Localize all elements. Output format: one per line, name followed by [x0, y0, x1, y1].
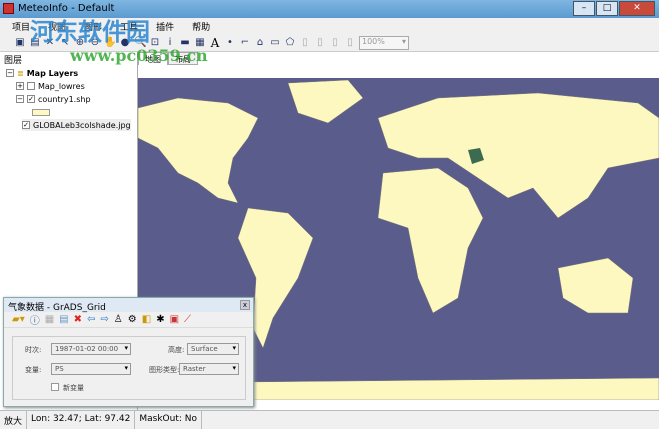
- layer-label: country1.shp: [38, 94, 91, 104]
- curve-icon[interactable]: ⬠: [284, 37, 296, 49]
- layer-label: GLOBALeb3colshade.jpg: [33, 120, 131, 130]
- minimize-button[interactable]: –: [573, 1, 595, 16]
- shade-icon[interactable]: ◧: [142, 314, 151, 325]
- variable-select[interactable]: PS: [51, 363, 131, 375]
- layer-checkbox[interactable]: ✓: [22, 121, 30, 129]
- info-icon[interactable]: ⓘ: [30, 312, 40, 327]
- level-select[interactable]: Surface: [187, 343, 239, 355]
- layer-tree: − ≣ Map Layers + Map_lowres − ✓ country1.shp …: [6, 67, 131, 132]
- dialog-close-button[interactable]: x: [240, 300, 250, 310]
- graph-type-select[interactable]: Raster: [179, 363, 239, 375]
- arrow-left-icon[interactable]: ⇦: [87, 314, 95, 325]
- watermark-url: www.pc0359.cn: [70, 46, 208, 65]
- page-icon-3[interactable]: ▯: [329, 37, 341, 49]
- layers-tab[interactable]: 图层: [4, 53, 22, 66]
- section-icon[interactable]: ⚙: [128, 314, 137, 325]
- maximize-button[interactable]: □: [596, 1, 618, 16]
- menu-plugins[interactable]: 插件: [156, 20, 174, 35]
- open-folder-icon[interactable]: ▰▾: [12, 314, 25, 325]
- polyline-icon[interactable]: ⌐: [239, 37, 251, 49]
- layers-icon: ≣: [17, 68, 24, 78]
- level-label: 高度:: [168, 346, 185, 354]
- arrow-right-icon[interactable]: ⇨: [100, 314, 108, 325]
- layer-item[interactable]: + Map_lowres: [16, 80, 131, 92]
- page-icon-2[interactable]: ▯: [314, 37, 326, 49]
- status-bar: 放大 Lon: 32.47; Lat: 97.42 MaskOut: No: [0, 410, 659, 429]
- menu-project[interactable]: 项目: [12, 20, 30, 35]
- layer-item[interactable]: ✓ GLOBALeb3colshade.jpg: [22, 119, 131, 131]
- table-icon[interactable]: ▤: [59, 314, 68, 325]
- zoom-level-select[interactable]: 100%: [359, 36, 409, 50]
- legend-swatch-row: [32, 106, 131, 118]
- close-button[interactable]: ✕: [619, 1, 655, 16]
- dialog-toolbar: ▰▾ ⓘ ▦ ▤ ✖ ⇦ ⇨ ♙ ⚙ ◧ ✱ ▣ ⟋: [4, 312, 253, 328]
- layer-item[interactable]: − ✓ country1.shp: [16, 93, 131, 105]
- legend-swatch: [32, 108, 50, 116]
- watermark-text: 河东软件园: [30, 18, 150, 46]
- delete-icon[interactable]: ✖: [74, 314, 82, 325]
- point-icon[interactable]: •: [224, 37, 236, 49]
- page-icon-4[interactable]: ▯: [344, 37, 356, 49]
- chart-icon[interactable]: ⟋: [184, 314, 191, 325]
- new-variable-label: 新变量: [63, 384, 84, 392]
- variable-label: 变量:: [25, 366, 42, 374]
- status-mode: 放大: [0, 411, 28, 429]
- meteo-data-dialog: 气象数据 - GrADS_Grid x ▰▾ ⓘ ▦ ▤ ✖ ⇦ ⇨ ♙ ⚙ ◧…: [3, 297, 254, 407]
- rectangle-icon[interactable]: ▭: [269, 37, 281, 49]
- text-icon[interactable]: A: [209, 37, 221, 49]
- app-icon: [3, 3, 14, 14]
- layer-checkbox[interactable]: ✓: [27, 95, 35, 103]
- menu-help[interactable]: 帮助: [192, 20, 210, 35]
- add-layer-icon[interactable]: ▣: [14, 37, 26, 49]
- layer-checkbox[interactable]: [27, 82, 35, 90]
- polygon-icon[interactable]: ⌂: [254, 37, 266, 49]
- graph-type-label: 图形类型:: [149, 366, 180, 374]
- time-label: 时次:: [25, 346, 42, 354]
- layer-root-label: Map Layers: [26, 68, 79, 78]
- new-variable-checkbox[interactable]: [51, 383, 59, 391]
- dialog-body: 时次: 1987-01-02 00:00 高度: Surface 变量: PS …: [12, 336, 246, 400]
- dialog-title-bar: 气象数据 - GrADS_Grid x: [4, 298, 253, 313]
- status-maskout: MaskOut: No: [135, 411, 202, 429]
- time-select[interactable]: 1987-01-02 00:00: [51, 343, 131, 355]
- dialog-title: 气象数据 - GrADS_Grid: [8, 303, 106, 313]
- grid-icon[interactable]: ▦: [45, 314, 54, 325]
- page-icon[interactable]: ▯: [299, 37, 311, 49]
- layer-label: Map_lowres: [38, 81, 85, 91]
- run-icon[interactable]: ✱: [156, 314, 164, 325]
- layer-root[interactable]: − ≣ Map Layers: [6, 67, 131, 79]
- animate-icon[interactable]: ♙: [114, 314, 123, 325]
- draw-icon[interactable]: ▣: [170, 314, 179, 325]
- status-coords: Lon: 32.47; Lat: 97.42: [27, 411, 136, 429]
